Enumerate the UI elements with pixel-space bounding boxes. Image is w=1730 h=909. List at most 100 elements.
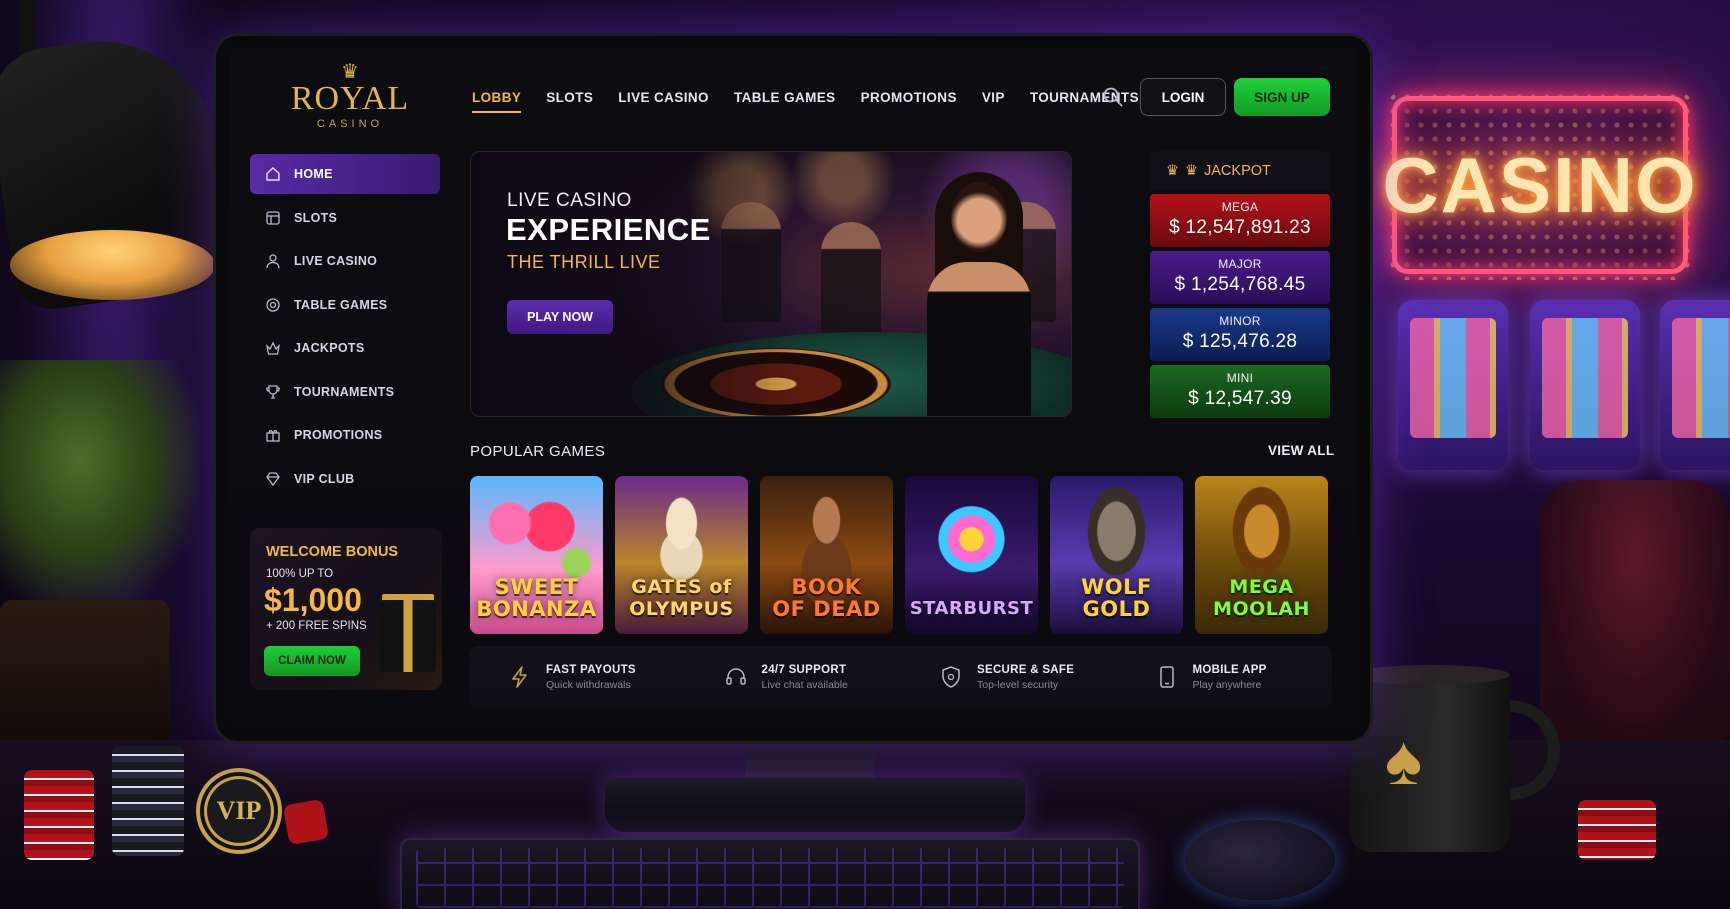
- welcome-bonus-card: WELCOME BONUS 100% UP TO $1,000 + 200 FR…: [250, 528, 442, 690]
- keyboard-keys: [416, 848, 1124, 908]
- feature-subtitle: Quick withdrawals: [546, 678, 631, 691]
- game-title: MEGA MOOLAH: [1213, 576, 1310, 620]
- slot-machine-screen: [1410, 318, 1496, 438]
- sidebar-item-slots[interactable]: SLOTS: [250, 198, 440, 238]
- sidebar-item-live-casino[interactable]: LIVE CASINO: [250, 241, 440, 281]
- sidebar-item-label: TOURNAMENTS: [294, 384, 395, 399]
- game-title: WOLF GOLD: [1081, 575, 1152, 621]
- nav-vip[interactable]: VIP: [982, 84, 1005, 113]
- plant-pot: [0, 600, 170, 760]
- sidebar: HOME SLOTS LIVE CASINO TABLE GAMES JACKP…: [250, 154, 440, 502]
- mouse: [1185, 820, 1335, 900]
- login-button[interactable]: LOGIN: [1140, 78, 1226, 116]
- feature-subtitle: Play anywhere: [1192, 678, 1262, 691]
- chip-stack: [112, 746, 184, 856]
- jackpot-tier-value: $ 125,476.28: [1182, 331, 1298, 352]
- game-tile-starburst[interactable]: STARBURST: [905, 476, 1038, 634]
- gift-icon: [264, 426, 282, 444]
- feature-title: 24/7 SUPPORT: [761, 663, 847, 676]
- sidebar-item-label: LIVE CASINO: [294, 254, 378, 268]
- feature-mobile-app: MOBILE APP Play anywhere: [1117, 646, 1333, 708]
- mug-rim: [1350, 665, 1510, 685]
- view-all-link[interactable]: VIEW ALL: [1268, 443, 1334, 458]
- sidebar-item-vip-club[interactable]: VIP CLUB: [250, 459, 440, 499]
- dice: [282, 798, 330, 846]
- jackpot-tier-label: MINI: [1226, 371, 1254, 385]
- hero-banner[interactable]: LIVE CASINO EXPERIENCE THE THRILL LIVE P…: [470, 151, 1072, 417]
- game-tile-mega-moolah[interactable]: MEGA MOOLAH: [1195, 476, 1328, 634]
- nav-promotions[interactable]: PROMOTIONS: [861, 84, 957, 113]
- keyboard: [400, 838, 1140, 909]
- nav-table-games[interactable]: TABLE GAMES: [734, 84, 836, 113]
- phone-icon: [1155, 665, 1179, 689]
- dealer-icon: [264, 252, 282, 270]
- monitor-stand-base: [605, 778, 1025, 832]
- game-title: STARBURST: [909, 598, 1034, 619]
- lamp-light: [10, 230, 215, 300]
- jackpot-tier-mini[interactable]: MINI $ 12,547.39: [1150, 365, 1330, 418]
- home-icon: [264, 165, 282, 183]
- bonus-title: WELCOME BONUS: [266, 544, 399, 560]
- feature-title: MOBILE APP: [1192, 663, 1267, 676]
- sidebar-item-home[interactable]: HOME: [250, 154, 440, 194]
- jackpot-tier-value: $ 12,547,891.23: [1169, 217, 1311, 238]
- slot-machine-icon: [264, 209, 282, 227]
- bonus-line: 100% UP TO: [266, 568, 334, 580]
- chip-stack: [1578, 800, 1656, 860]
- coffee-mug: [1350, 672, 1510, 852]
- crown-icon: ♛: [1166, 163, 1179, 179]
- slot-machine: [1530, 300, 1640, 470]
- jackpot-tier-label: MAJOR: [1218, 257, 1262, 271]
- slot-machine-screen: [1672, 318, 1730, 438]
- vip-chip-text: VIP: [216, 796, 262, 825]
- sidebar-item-label: TABLE GAMES: [294, 297, 388, 312]
- claim-now-button[interactable]: CLAIM NOW: [264, 646, 360, 676]
- game-title: BOOK OF DEAD: [772, 575, 881, 621]
- jackpot-tier-major[interactable]: MAJOR $ 1,254,768.45: [1150, 251, 1330, 304]
- neon-casino-sign: CASINO: [1382, 96, 1696, 274]
- sidebar-item-label: HOME: [294, 167, 333, 181]
- play-now-button[interactable]: PLAY NOW: [507, 300, 613, 334]
- game-title: SWEET BONANZA: [476, 575, 597, 621]
- sidebar-item-jackpots[interactable]: JACKPOTS: [250, 328, 440, 368]
- search-icon[interactable]: [1102, 86, 1124, 108]
- plant: [0, 360, 200, 610]
- trophy-icon: [264, 383, 282, 401]
- top-navigation: LOBBY SLOTS LIVE CASINO TABLE GAMES PROM…: [472, 84, 1164, 113]
- sidebar-item-label: PROMOTIONS: [294, 428, 383, 442]
- nav-live-casino[interactable]: LIVE CASINO: [618, 84, 709, 113]
- sidebar-item-table-games[interactable]: TABLE GAMES: [250, 285, 440, 325]
- feature-subtitle: Live chat available: [761, 678, 848, 691]
- nav-lobby[interactable]: LOBBY: [472, 84, 522, 113]
- slot-machine-screen: [1542, 318, 1628, 438]
- jackpot-tier-minor[interactable]: MINOR $ 125,476.28: [1150, 308, 1330, 361]
- feature-title: SECURE & SAFE: [977, 663, 1075, 676]
- crown-icon: ♛: [1185, 163, 1198, 179]
- nav-slots[interactable]: SLOTS: [546, 84, 593, 113]
- game-tile-sweet-bonanza[interactable]: SWEET BONANZA: [470, 476, 603, 634]
- vip-chip: VIP: [196, 768, 282, 854]
- jackpot-tier-mega[interactable]: MEGA $ 12,547,891.23: [1150, 194, 1330, 247]
- popular-games-title: POPULAR GAMES: [470, 443, 606, 460]
- game-tile-wolf-gold[interactable]: WOLF GOLD: [1050, 476, 1183, 634]
- sign-up-button[interactable]: SIGN UP: [1234, 78, 1330, 116]
- casino-stool: [1540, 480, 1730, 740]
- logo-title: ROYAL: [290, 80, 410, 117]
- features-bar: FAST PAYOUTS Quick withdrawals 24/7 SUPP…: [470, 646, 1332, 708]
- neon-sign-text: CASINO: [1382, 140, 1698, 229]
- feature-title: FAST PAYOUTS: [546, 663, 636, 676]
- sidebar-item-tournaments[interactable]: TOURNAMENTS: [250, 372, 440, 412]
- game-tile-book-of-dead[interactable]: BOOK OF DEAD: [760, 476, 893, 634]
- bonus-amount: $1,000: [264, 582, 362, 618]
- jackpot-tier-value: $ 12,547.39: [1188, 388, 1292, 409]
- slot-machine: [1398, 300, 1508, 470]
- logo-subtitle: CASINO: [316, 118, 384, 130]
- game-tile-gates-of-olympus[interactable]: GATES of OLYMPUS: [615, 476, 748, 634]
- jackpot-tier-value: $ 1,254,768.45: [1174, 274, 1306, 295]
- lightning-icon: [508, 665, 532, 689]
- logo[interactable]: ♛ ROYAL CASINO: [280, 62, 420, 132]
- feature-subtitle: Top-level security: [977, 678, 1059, 691]
- sidebar-item-promotions[interactable]: PROMOTIONS: [250, 415, 440, 455]
- chip-icon: [264, 296, 282, 314]
- jackpot-title: JACKPOT: [1204, 163, 1271, 179]
